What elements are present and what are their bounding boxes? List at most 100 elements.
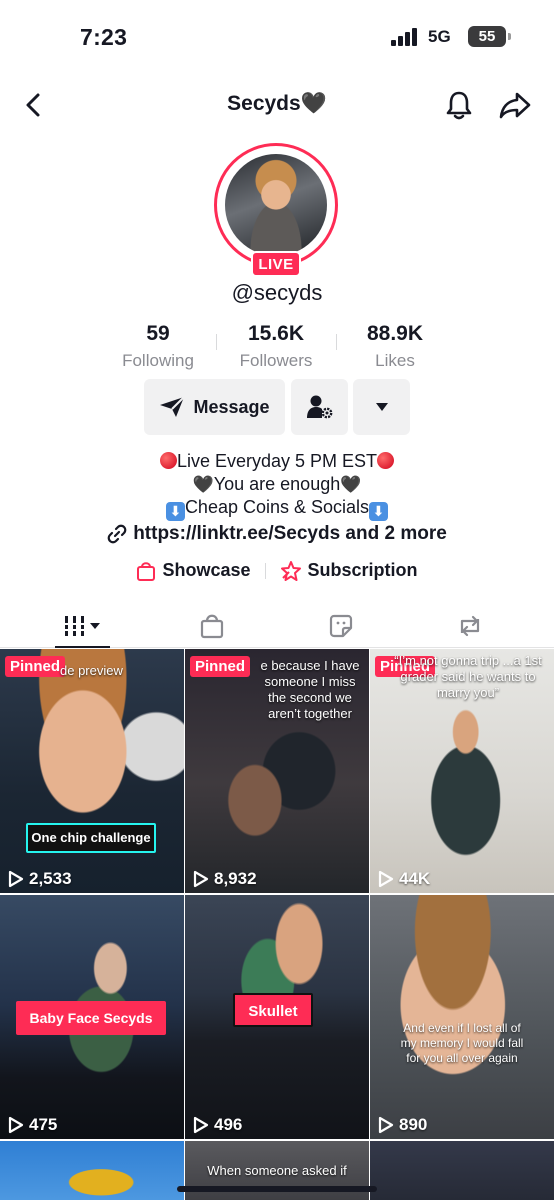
profile-link[interactable]: https://linktr.ee/Secyds and 2 more	[0, 523, 554, 545]
username: @secyds	[231, 280, 323, 305]
view-count-text: 890	[399, 1115, 428, 1134]
showcase-button[interactable]: Showcase	[136, 560, 251, 581]
bio-text: Cheap Coins & Socials	[184, 497, 370, 517]
link-icon	[107, 524, 127, 544]
message-button[interactable]: Message	[144, 379, 285, 435]
tab-videos[interactable]	[14, 608, 152, 644]
send-icon	[160, 396, 186, 417]
video-caption: “I’m not gonna trip ...a 1st grader said…	[394, 653, 542, 700]
add-friend-button[interactable]	[291, 379, 348, 435]
stat-likes[interactable]: 88.9K Likes	[330, 322, 460, 371]
view-count: 44K	[378, 869, 430, 889]
view-count-text: 496	[214, 1115, 243, 1134]
play-icon	[378, 1116, 394, 1134]
sticker-icon	[329, 614, 353, 638]
battery-icon: 55	[468, 26, 511, 47]
stat-following[interactable]: 59 Following	[93, 322, 223, 371]
black-heart-icon: 🖤	[340, 475, 362, 494]
video-caption: And even if I lost all of my memory I wo…	[400, 1021, 524, 1065]
stat-label: Followers	[239, 351, 313, 370]
stat-followers[interactable]: 15.6K Followers	[211, 322, 341, 371]
bio-line-1: Live Everyday 5 PM EST	[0, 450, 554, 473]
divider	[264, 562, 266, 579]
repost-icon	[460, 615, 480, 637]
live-badge[interactable]: LIVE	[251, 251, 301, 277]
stat-value: 59	[146, 322, 170, 345]
bio: Live Everyday 5 PM EST 🖤You are enough🖤 …	[0, 450, 554, 521]
view-count-text: 8,932	[214, 869, 257, 888]
play-icon	[378, 870, 394, 888]
view-count-text: 44K	[399, 869, 431, 888]
view-count-text: 475	[29, 1115, 58, 1134]
avatar	[225, 154, 327, 256]
notification-button[interactable]	[442, 88, 476, 122]
view-count-text: 2,533	[29, 869, 72, 888]
signal-icon	[391, 28, 421, 46]
tab-favorites[interactable]	[272, 608, 410, 644]
video-thumbnail[interactable]: Pinned de preview One chip challenge 2,5…	[0, 649, 184, 893]
video-caption: de preview	[60, 663, 123, 678]
play-icon	[8, 1116, 24, 1134]
subscription-label: Subscription	[307, 560, 418, 580]
home-indicator[interactable]	[177, 1186, 377, 1192]
view-count: 890	[378, 1115, 427, 1135]
play-icon	[8, 870, 24, 888]
bio-text: Live Everyday 5 PM EST	[176, 451, 378, 471]
bio-line-2: 🖤You are enough🖤	[0, 473, 554, 496]
share-button[interactable]	[497, 88, 533, 122]
link-text: https://linktr.ee/Secyds and 2 more	[133, 523, 447, 544]
star-badge-icon	[280, 560, 301, 581]
video-sticker: Baby Face Secyds	[16, 1001, 166, 1035]
bio-line-3: ⬇ Cheap Coins & Socials ⬇	[0, 496, 554, 521]
down-arrow-icon: ⬇	[369, 502, 389, 521]
play-icon	[193, 870, 209, 888]
pinned-badge: Pinned	[190, 656, 251, 677]
message-label: Message	[193, 396, 270, 417]
view-count: 475	[8, 1115, 57, 1135]
red-circle-icon	[159, 452, 177, 469]
black-heart-icon: 🖤	[192, 475, 214, 494]
stat-label: Following	[122, 351, 194, 370]
share-icon	[499, 92, 531, 119]
view-count: 2,533	[8, 869, 72, 889]
caret-down-icon	[375, 403, 388, 411]
content-tabs	[0, 602, 554, 648]
stat-label: Likes	[375, 351, 415, 370]
showcase-label: Showcase	[162, 560, 251, 580]
top-nav: Secyds🖤	[0, 80, 554, 130]
stat-value: 88.9K	[366, 322, 424, 345]
bell-icon	[446, 91, 472, 120]
status-time: 7:23	[80, 24, 128, 50]
shopping-bag-icon	[137, 561, 156, 581]
video-thumbnail[interactable]: Baby Face Secyds 475	[0, 895, 184, 1139]
down-arrow-icon: ⬇	[165, 502, 185, 521]
play-icon	[193, 1116, 209, 1134]
video-sticker: One chip challenge	[26, 823, 156, 853]
video-thumbnail[interactable]: Pinned “I’m not gonna trip ...a 1st grad…	[370, 649, 554, 893]
video-thumbnail[interactable]	[370, 1141, 554, 1200]
active-tab-indicator	[55, 646, 110, 648]
shopping-bag-icon	[200, 614, 224, 639]
view-count: 8,932	[193, 869, 257, 889]
user-settings-icon	[306, 395, 332, 419]
video-thumbnail[interactable]	[0, 1141, 184, 1200]
avatar-ring[interactable]	[214, 143, 338, 267]
video-caption: e because I have someone I miss the seco…	[260, 658, 360, 721]
video-thumbnail[interactable]: And even if I lost all of my memory I wo…	[370, 895, 554, 1139]
video-thumbnail[interactable]: Skullet 496	[185, 895, 369, 1139]
tab-reposts[interactable]	[401, 608, 539, 644]
status-bar: 7:23 5G 55	[0, 0, 554, 74]
shop-row: Showcase Subscription	[0, 560, 554, 581]
video-sticker: Skullet	[233, 993, 313, 1027]
red-circle-icon	[377, 452, 395, 469]
grid-icon	[63, 616, 100, 636]
stat-value: 15.6K	[247, 322, 305, 345]
video-caption: When someone asked if	[207, 1163, 347, 1178]
tab-shop[interactable]	[143, 608, 281, 644]
profile-stats: 59 Following 15.6K Followers 88.9K Likes	[0, 322, 554, 372]
network-label: 5G	[428, 27, 451, 46]
pinned-badge: Pinned	[5, 656, 66, 677]
more-options-button[interactable]	[353, 379, 410, 435]
subscription-button[interactable]: Subscription	[280, 560, 418, 581]
video-thumbnail[interactable]: Pinned e because I have someone I miss t…	[185, 649, 369, 893]
